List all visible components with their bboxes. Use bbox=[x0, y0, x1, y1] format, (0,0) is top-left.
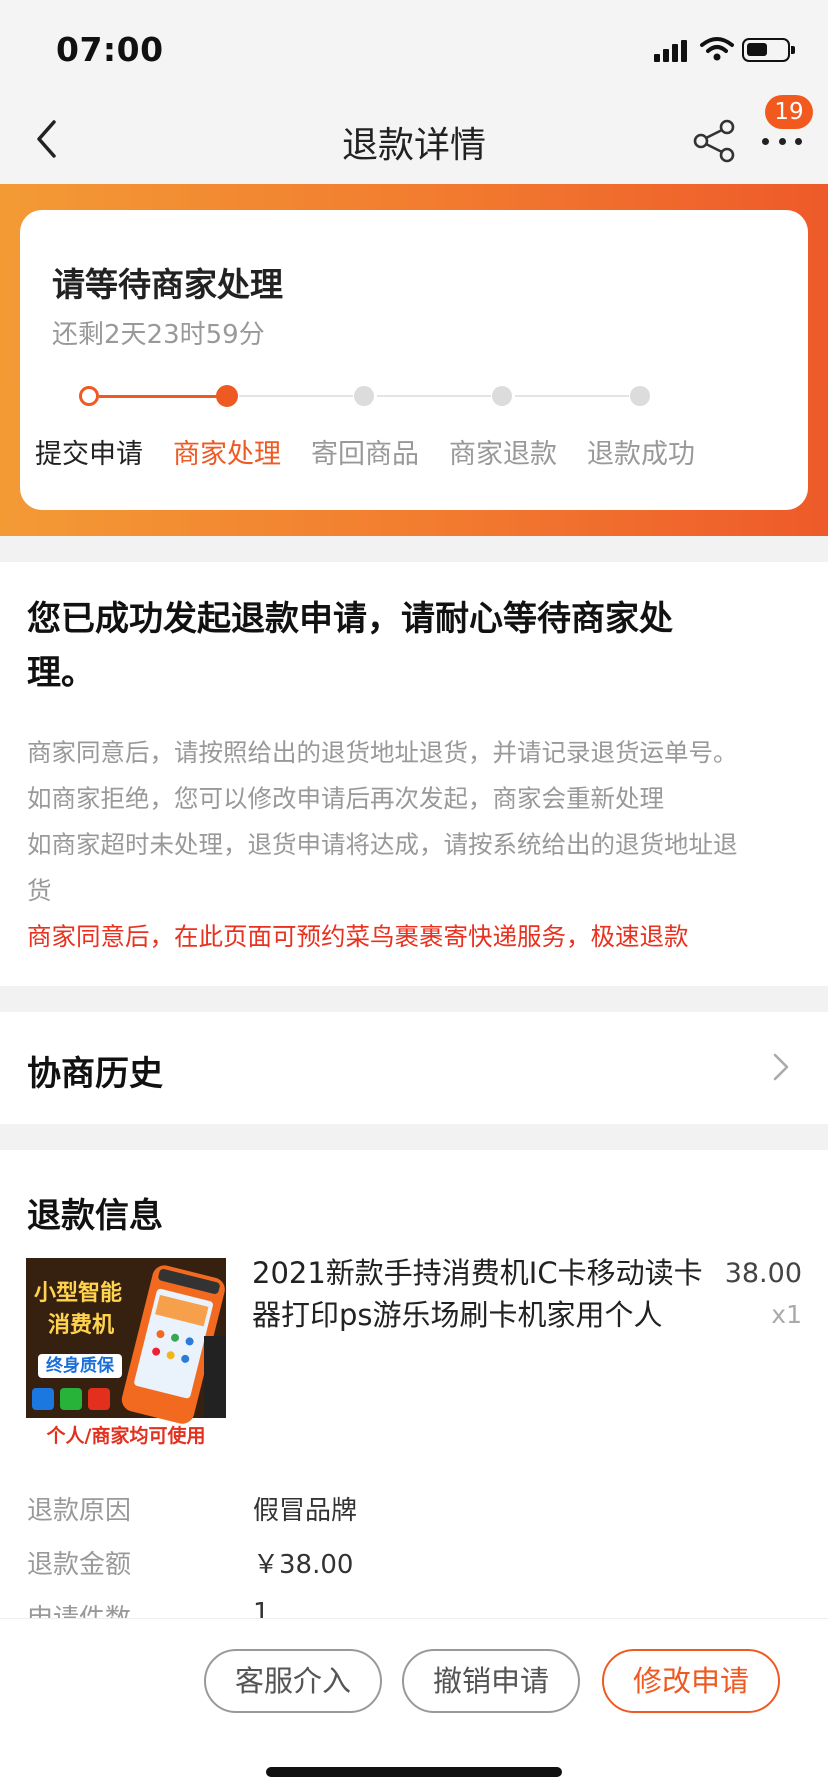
step-connector bbox=[515, 395, 629, 397]
home-indicator bbox=[266, 1767, 562, 1777]
message-highlight: 商家同意后，在此页面可预约菜鸟裹裹寄快递服务，极速退款 bbox=[27, 922, 689, 951]
info-row-quantity: 申请件数 1 bbox=[27, 1598, 807, 1620]
info-row-amount: 退款金额 ￥38.00 bbox=[27, 1544, 807, 1584]
negotiation-history-row[interactable]: 协商历史 bbox=[0, 1012, 828, 1124]
info-value: ￥38.00 bbox=[253, 1550, 354, 1580]
product-name[interactable]: 2021新款手持消费机IC卡移动读卡器打印ps游乐场刷卡机家用个人 bbox=[252, 1252, 712, 1336]
message-line: 商家同意后，请按照给出的退货地址退货，并请记录退货运单号。 bbox=[27, 738, 738, 767]
notification-badge: 19 bbox=[765, 95, 813, 129]
refund-info-title: 退款信息 bbox=[27, 1196, 163, 1236]
refund-info-section: 退款信息 小型智能 消费机 终身质保 个人/商家均可使用 2021新款手持消费机… bbox=[0, 1150, 828, 1620]
share-button[interactable] bbox=[692, 118, 738, 164]
more-dot-icon bbox=[762, 137, 769, 145]
info-value: 1 bbox=[253, 1598, 270, 1620]
step-dot bbox=[354, 386, 374, 406]
step-label: 提交申请 bbox=[35, 439, 143, 470]
more-dot-icon bbox=[795, 137, 802, 145]
battery-icon bbox=[742, 38, 795, 62]
info-label: 退款金额 bbox=[27, 1550, 132, 1580]
step-label: 商家退款 bbox=[449, 439, 557, 470]
status-time: 07:00 bbox=[56, 30, 164, 69]
progress-card: 请等待商家处理 还剩2天23时59分 提交申请 商家处理 寄回商品 商家退款 退… bbox=[20, 210, 808, 510]
nav-bar: 退款详情 19 bbox=[0, 95, 828, 184]
step-connector bbox=[239, 395, 353, 397]
message-body: 商家同意后，请按照给出的退货地址退货，并请记录退货运单号。 如商家拒绝，您可以修… bbox=[27, 730, 807, 960]
step-label: 商家处理 bbox=[173, 439, 281, 470]
product-price: 38.00 bbox=[724, 1258, 802, 1289]
product-image-headline: 小型智能 bbox=[34, 1281, 123, 1306]
message-line: 货 bbox=[27, 876, 52, 905]
step-connector bbox=[99, 395, 217, 398]
step-dot bbox=[216, 385, 238, 407]
countdown-text: 还剩2天23时59分 bbox=[52, 320, 265, 350]
step-label: 退款成功 bbox=[587, 439, 695, 470]
cellular-signal-icon bbox=[654, 40, 688, 62]
message-line: 如商家超时未处理，退货申请将达成，请按系统给出的退货地址退 bbox=[27, 830, 738, 859]
message-line: 如商家拒绝，您可以修改申请后再次发起，商家会重新处理 bbox=[27, 784, 664, 813]
step-dot bbox=[79, 386, 99, 406]
info-label: 退款原因 bbox=[27, 1496, 132, 1526]
info-label: 申请件数 bbox=[27, 1604, 132, 1620]
status-title: 请等待商家处理 bbox=[52, 265, 283, 304]
more-dot-icon bbox=[778, 137, 786, 145]
share-icon bbox=[693, 119, 735, 163]
info-value: 假冒品牌 bbox=[253, 1496, 358, 1526]
status-bar: 07:00 bbox=[0, 0, 828, 96]
step-connector bbox=[377, 395, 491, 397]
refund-status-header: 请等待商家处理 还剩2天23时59分 提交申请 商家处理 寄回商品 商家退款 退… bbox=[0, 184, 828, 536]
modify-request-button[interactable]: 修改申请 bbox=[602, 1649, 780, 1713]
wifi-icon bbox=[700, 36, 734, 62]
message-title: 您已成功发起退款申请，请耐心等待商家处理。 bbox=[27, 599, 673, 693]
more-button[interactable] bbox=[762, 134, 802, 148]
product-image-footer: 个人/商家均可使用 bbox=[46, 1425, 206, 1447]
product-quantity: x1 bbox=[771, 1300, 802, 1329]
history-title: 协商历史 bbox=[27, 1054, 163, 1094]
refund-message-section: 您已成功发起退款申请，请耐心等待商家处理。 商家同意后，请按照给出的退货地址退货… bbox=[0, 562, 828, 986]
chevron-right-icon bbox=[773, 1053, 789, 1081]
cancel-request-button[interactable]: 撤销申请 bbox=[402, 1649, 580, 1713]
step-label: 寄回商品 bbox=[311, 439, 419, 470]
product-image-subhead: 消费机 bbox=[48, 1313, 115, 1338]
customer-service-button[interactable]: 客服介入 bbox=[204, 1649, 382, 1713]
info-row-reason: 退款原因 假冒品牌 bbox=[27, 1490, 807, 1530]
step-dot bbox=[492, 386, 512, 406]
progress-steps: 提交申请 商家处理 寄回商品 商家退款 退款成功 bbox=[20, 385, 808, 486]
bottom-action-bar: 客服介入 撤销申请 修改申请 bbox=[0, 1618, 828, 1792]
step-dot bbox=[630, 386, 650, 406]
product-image-badge: 终身质保 bbox=[38, 1354, 122, 1378]
product-thumbnail[interactable]: 小型智能 消费机 终身质保 个人/商家均可使用 bbox=[26, 1258, 226, 1456]
